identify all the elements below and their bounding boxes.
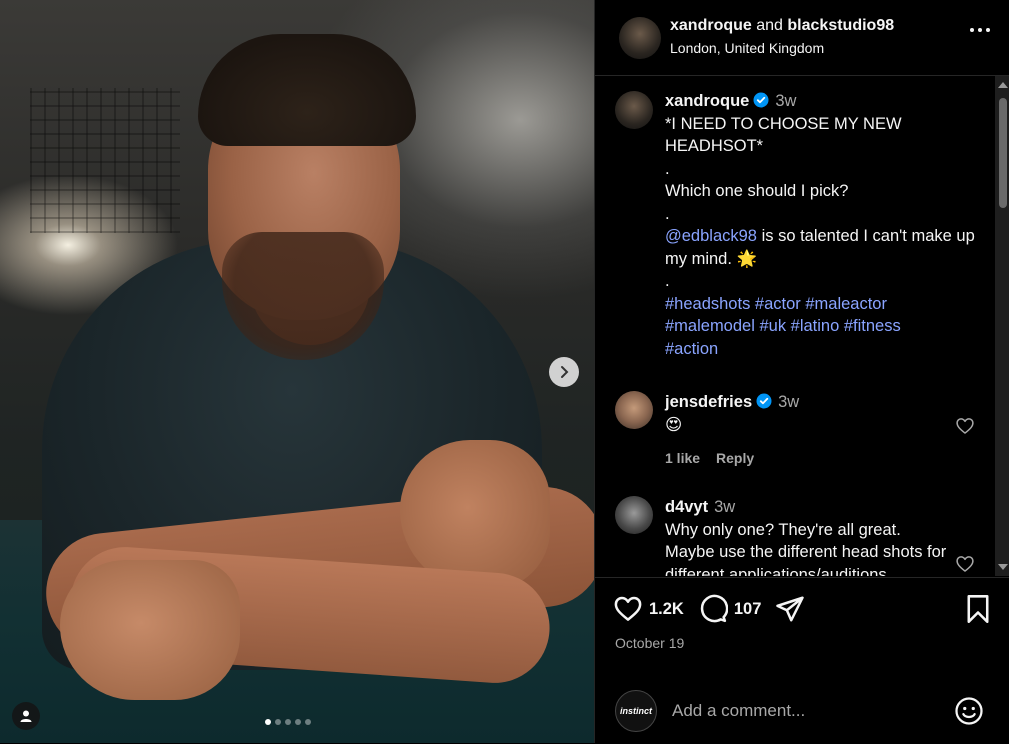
header-user2-link[interactable]: blackstudio98 bbox=[787, 17, 894, 34]
background-shelf bbox=[30, 88, 180, 233]
comment-text: Why only one? They're all great. Maybe u… bbox=[665, 520, 947, 577]
more-dot-icon bbox=[986, 28, 990, 32]
carousel-dot bbox=[285, 719, 291, 725]
scroll-down-arrow-icon[interactable] bbox=[998, 564, 1008, 570]
verified-badge-icon bbox=[756, 393, 772, 409]
comment-username[interactable]: jensdefries bbox=[665, 393, 752, 411]
scrollbar-thumb[interactable] bbox=[999, 98, 1007, 208]
reply-button[interactable]: Reply bbox=[716, 450, 754, 466]
post-actions: 1.2K 107 bbox=[613, 594, 805, 624]
caption-author-avatar[interactable] bbox=[615, 91, 653, 129]
caption-line: Which one should I pick? bbox=[665, 182, 849, 200]
save-bookmark-icon[interactable] bbox=[964, 594, 992, 624]
header-usernames: xandroque and blackstudio98 bbox=[670, 17, 894, 35]
hashtags-line[interactable]: #headshots #actor #maleactor bbox=[665, 293, 980, 316]
chevron-right-icon bbox=[561, 366, 569, 378]
like-comment-heart-icon[interactable] bbox=[955, 416, 975, 436]
more-options-button[interactable] bbox=[970, 28, 990, 32]
carousel-dot bbox=[305, 719, 311, 725]
tagged-users-button[interactable] bbox=[12, 702, 40, 730]
header-user1-link[interactable]: xandroque bbox=[670, 17, 752, 34]
comment-likes-link[interactable]: 1 like bbox=[665, 450, 700, 466]
comment-time[interactable]: 3w bbox=[714, 498, 735, 516]
add-comment-input[interactable] bbox=[670, 700, 934, 722]
carousel-dot bbox=[265, 719, 271, 725]
location-link[interactable]: London, United Kingdom bbox=[670, 40, 824, 56]
more-dot-icon bbox=[970, 28, 974, 32]
post-date[interactable]: October 19 bbox=[615, 635, 684, 651]
likes-count[interactable]: 1.2K bbox=[649, 600, 684, 619]
like-comment-heart-icon[interactable] bbox=[955, 554, 975, 574]
photo-hair bbox=[198, 34, 416, 146]
comment-time[interactable]: 3w bbox=[778, 393, 799, 411]
caption-time[interactable]: 3w bbox=[775, 92, 796, 110]
carousel-dot bbox=[295, 719, 301, 725]
commenter-avatar[interactable] bbox=[615, 496, 653, 534]
caption-line: *I NEED TO CHOOSE MY NEW bbox=[665, 114, 902, 133]
mention-link[interactable]: @edblack98 bbox=[665, 227, 757, 245]
hashtags-line[interactable]: #action bbox=[665, 338, 980, 361]
emoji-picker-icon[interactable] bbox=[954, 696, 984, 726]
caption-line: . bbox=[665, 204, 670, 223]
photo-hand-left bbox=[60, 560, 240, 700]
carousel-dots bbox=[265, 719, 311, 725]
user-icon bbox=[20, 710, 32, 722]
caption-username[interactable]: xandroque bbox=[665, 92, 749, 110]
post-footer: 1.2K 107 October 19 instinct bbox=[595, 577, 1009, 744]
carousel-dot bbox=[275, 719, 281, 725]
more-dot-icon bbox=[978, 28, 982, 32]
share-send-icon[interactable] bbox=[775, 594, 805, 624]
caption-line: . bbox=[665, 272, 670, 290]
comment-meta: 1 like Reply bbox=[665, 450, 770, 466]
post-header: xandroque and blackstudio98 London, Unit… bbox=[595, 0, 1009, 76]
comments-scrollbar[interactable] bbox=[995, 76, 1009, 576]
current-user-avatar[interactable]: instinct bbox=[615, 690, 657, 732]
verified-badge-icon bbox=[753, 92, 769, 108]
comments-count[interactable]: 107 bbox=[734, 600, 762, 619]
comments-list[interactable]: xandroque 3w *I NEED TO CHOOSE MY NEW HEA… bbox=[595, 76, 1009, 576]
comment-item: d4vyt 3w Why only one? They're all great.… bbox=[665, 496, 980, 576]
post-media[interactable] bbox=[0, 0, 594, 743]
header-and-text: and bbox=[756, 17, 783, 34]
comment-item: jensdefries 3w 😍 bbox=[665, 391, 980, 436]
comment-text: 😍 bbox=[665, 415, 683, 434]
add-comment-row: instinct bbox=[595, 688, 1009, 744]
author-avatar[interactable] bbox=[619, 17, 661, 59]
scroll-up-arrow-icon[interactable] bbox=[998, 82, 1008, 88]
comment-bubble-icon[interactable] bbox=[698, 594, 728, 624]
caption-mention-line: @edblack98 is so talented I can't make u… bbox=[665, 225, 980, 270]
carousel-next-button[interactable] bbox=[549, 357, 579, 387]
comment-username[interactable]: d4vyt bbox=[665, 498, 708, 516]
caption: xandroque 3w *I NEED TO CHOOSE MY NEW HEA… bbox=[665, 90, 980, 360]
caption-line: . bbox=[665, 159, 670, 178]
caption-line: HEADHSOT* bbox=[665, 137, 764, 155]
post-side-panel: xandroque and blackstudio98 London, Unit… bbox=[594, 0, 1009, 743]
commenter-avatar[interactable] bbox=[615, 391, 653, 429]
hashtags-line[interactable]: #malemodel #uk #latino #fitness bbox=[665, 315, 980, 338]
like-heart-icon[interactable] bbox=[613, 594, 643, 624]
